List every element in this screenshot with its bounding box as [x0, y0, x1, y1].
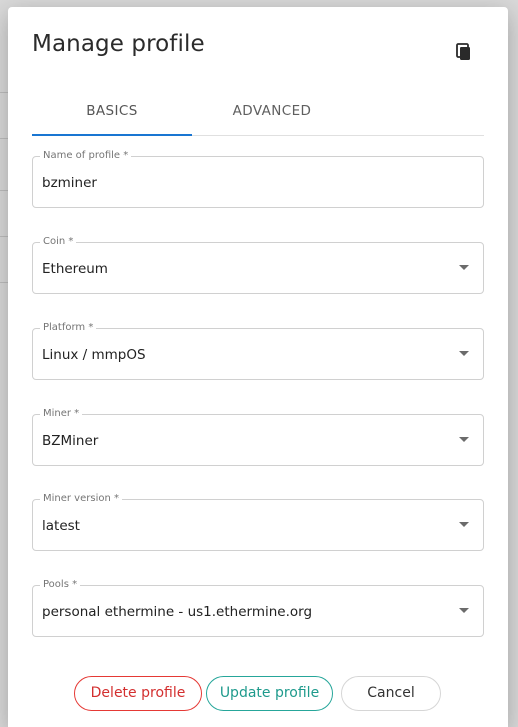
dropdown-arrow-icon — [459, 437, 469, 442]
coin-select[interactable]: Coin * Ethereum — [32, 235, 484, 294]
backdrop-divider — [0, 190, 8, 191]
backdrop-divider — [0, 138, 8, 139]
backdrop-divider — [0, 282, 8, 283]
field-label: Pools * — [40, 578, 81, 592]
miner-select[interactable]: Miner * BZMiner — [32, 407, 484, 466]
field-value: personal ethermine - us1.ethermine.org — [42, 604, 313, 620]
tab-advanced[interactable]: ADVANCED — [192, 95, 352, 135]
field-label: Miner version * — [40, 492, 122, 506]
profile-name-field[interactable]: Name of profile * bzminer — [32, 149, 484, 208]
tab-basics[interactable]: BASICS — [32, 95, 192, 135]
dropdown-arrow-icon — [459, 522, 469, 527]
dropdown-arrow-icon — [459, 351, 469, 356]
field-label: Name of profile * — [40, 149, 132, 163]
field-label: Coin * — [40, 235, 77, 249]
cancel-button[interactable]: Cancel — [341, 676, 441, 711]
field-value: Ethereum — [42, 261, 108, 277]
field-label: Platform * — [40, 321, 97, 335]
field-value: Linux / mmpOS — [42, 347, 146, 363]
field-value: bzminer — [42, 175, 97, 191]
dropdown-arrow-icon — [459, 608, 469, 613]
backdrop-divider — [0, 92, 8, 93]
update-profile-button[interactable]: Update profile — [206, 676, 333, 711]
miner-version-select[interactable]: Miner version * latest — [32, 492, 484, 551]
platform-select[interactable]: Platform * Linux / mmpOS — [32, 321, 484, 380]
pools-select[interactable]: Pools * personal ethermine - us1.ethermi… — [32, 578, 484, 637]
field-label: Miner * — [40, 407, 83, 421]
copy-icon[interactable] — [451, 41, 475, 65]
field-value: BZMiner — [42, 433, 99, 449]
active-tab-indicator — [32, 134, 192, 136]
copy-icon-graphic — [456, 43, 470, 60]
profile-tabs: BASICS ADVANCED — [32, 95, 484, 136]
manage-profile-dialog: Manage profile BASICS ADVANCED Name of p… — [8, 7, 508, 727]
delete-profile-button[interactable]: Delete profile — [74, 676, 202, 711]
dropdown-arrow-icon — [459, 265, 469, 270]
field-value: latest — [42, 518, 80, 534]
backdrop-divider — [0, 236, 8, 237]
dialog-title: Manage profile — [32, 31, 205, 57]
